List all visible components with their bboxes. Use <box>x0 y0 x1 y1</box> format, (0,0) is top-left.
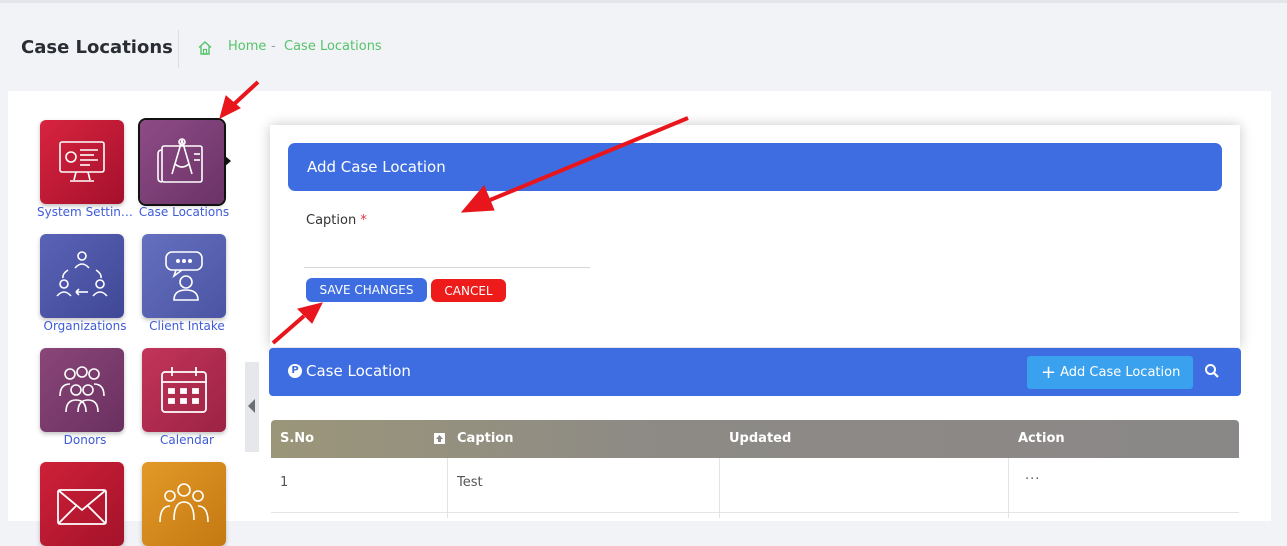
required-mark: * <box>360 213 367 228</box>
tile-label-donors[interactable]: Donors <box>37 433 133 447</box>
team-icon <box>159 483 209 523</box>
breadcrumb-separator: - <box>271 39 276 54</box>
tile-label-system-settings[interactable]: System Settings <box>37 205 133 219</box>
column-header-updated[interactable]: Updated <box>729 431 791 446</box>
calendar-icon <box>161 367 207 413</box>
cancel-button[interactable]: CANCEL <box>431 279 506 302</box>
caption-label-text: Caption <box>306 213 357 228</box>
sidebar-collapse-handle[interactable] <box>245 362 259 452</box>
column-header-sno[interactable]: S.No <box>280 431 314 446</box>
header-divider <box>178 30 179 68</box>
mail-icon <box>57 489 107 525</box>
save-changes-button[interactable]: SAVE CHANGES <box>306 278 427 302</box>
cell-caption: Test <box>457 475 483 490</box>
row-divider <box>271 512 1239 513</box>
breadcrumb-home[interactable]: Home <box>228 39 266 54</box>
blueprint-icon <box>157 138 203 183</box>
sort-icon[interactable] <box>434 433 445 444</box>
cell-sno: 1 <box>280 475 289 490</box>
modal-header: Add Case Location <box>288 143 1222 191</box>
case-location-list-header: P Case Location + Add Case Location <box>269 348 1241 396</box>
add-case-location-modal: Add Case Location Caption * SAVE CHANGES… <box>270 125 1240 347</box>
tile-case-locations[interactable] <box>138 118 226 206</box>
collapse-arrow-icon <box>248 399 255 413</box>
client-chat-icon <box>165 251 203 301</box>
tile-organizations[interactable] <box>40 234 124 318</box>
donors-group-icon <box>59 366 105 413</box>
column-divider <box>447 458 448 518</box>
add-case-location-button[interactable]: + Add Case Location <box>1027 356 1193 389</box>
table-row[interactable]: 1 Test ··· <box>271 458 1239 518</box>
caption-label: Caption * <box>306 213 367 228</box>
tile-label-organizations[interactable]: Organizations <box>37 319 133 333</box>
plus-icon: + <box>1041 362 1057 383</box>
page-title: Case Locations <box>21 37 173 58</box>
tile-system-settings[interactable] <box>40 120 124 204</box>
tile-calendar[interactable] <box>142 348 226 432</box>
column-header-action[interactable]: Action <box>1018 431 1065 446</box>
monitor-settings-icon <box>59 141 105 182</box>
column-divider <box>1008 458 1009 518</box>
column-divider <box>719 458 720 518</box>
tile-label-case-locations[interactable]: Case Locations <box>136 205 232 219</box>
page-header: Case Locations Home - Case Locations <box>0 3 1287 91</box>
table-header: S.No Caption Updated Action <box>271 420 1239 458</box>
search-icon[interactable] <box>1204 363 1220 379</box>
tile-client-intake[interactable] <box>142 234 226 318</box>
list-title: Case Location <box>306 362 411 380</box>
row-actions-menu-icon[interactable]: ··· <box>1025 472 1040 487</box>
column-header-caption[interactable]: Caption <box>457 431 513 446</box>
list-badge-icon: P <box>288 364 302 378</box>
tile-donors[interactable] <box>40 348 124 432</box>
organization-cycle-icon <box>56 251 108 297</box>
modal-title: Add Case Location <box>307 158 446 176</box>
tile-label-client-intake[interactable]: Client Intake <box>139 319 235 333</box>
tile-label-calendar[interactable]: Calendar <box>139 433 235 447</box>
breadcrumb-current: Case Locations <box>284 39 382 54</box>
add-case-location-label: Add Case Location <box>1060 365 1181 380</box>
home-icon[interactable] <box>197 40 213 56</box>
selected-pointer <box>224 155 231 167</box>
tile-team[interactable] <box>142 462 226 546</box>
tile-mail[interactable] <box>40 462 124 546</box>
caption-input[interactable] <box>304 235 590 268</box>
